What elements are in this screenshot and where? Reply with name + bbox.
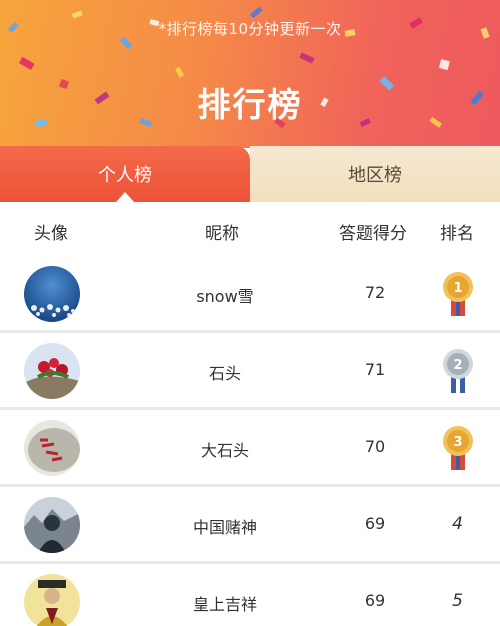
silver-medal-icon: 2 [443,349,473,393]
list-item[interactable]: 中国赌神 69 4 [0,487,500,561]
nickname: snow雪 [196,287,254,306]
medal-rank-label: 3 [453,435,462,450]
page-title: 排行榜 [197,85,303,124]
update-notice: *排行榜每10分钟更新一次 [158,20,342,38]
list-item[interactable]: snow雪 72 1 [0,256,500,330]
score: 69 [364,591,386,610]
avatar[interactable] [24,343,80,399]
score: 69 [364,514,386,533]
gold-medal-icon: 1 [443,272,473,316]
column-header-nickname: 昵称 [205,224,239,244]
medal-rank-label: 2 [453,358,462,373]
column-header-avatar: 头像 [34,224,68,244]
nickname: 皇上吉祥 [192,595,257,614]
rank-number: 4 [452,514,463,534]
column-header-score: 答题得分 [339,224,407,244]
avatar[interactable] [24,420,80,476]
column-header-rank: 排名 [440,224,474,244]
score: 70 [364,437,386,456]
score: 71 [364,360,386,379]
list-item[interactable]: 大石头 70 3 [0,410,500,484]
list-item[interactable]: 皇上吉祥 69 5 [0,564,500,626]
nickname: 中国赌神 [192,518,257,537]
score: 72 [364,283,386,302]
rank-number: 5 [452,591,463,611]
header-banner: *排行榜每10分钟更新一次 排行榜 [0,0,500,148]
table-header: 头像 昵称 答题得分 排名 [0,204,500,256]
avatar[interactable] [24,574,80,626]
nickname: 石头 [208,364,241,383]
bronze-medal-icon: 3 [443,426,473,470]
medal-rank-label: 1 [453,281,462,296]
nickname: 大石头 [200,441,249,460]
avatar[interactable] [24,497,80,553]
tab-region[interactable]: 地区榜 [250,146,500,202]
avatar[interactable] [24,266,80,322]
ranking-tabs: 个人榜 地区榜 [0,146,500,202]
active-tab-pointer [116,192,134,202]
list-item[interactable]: 石头 71 2 [0,333,500,407]
